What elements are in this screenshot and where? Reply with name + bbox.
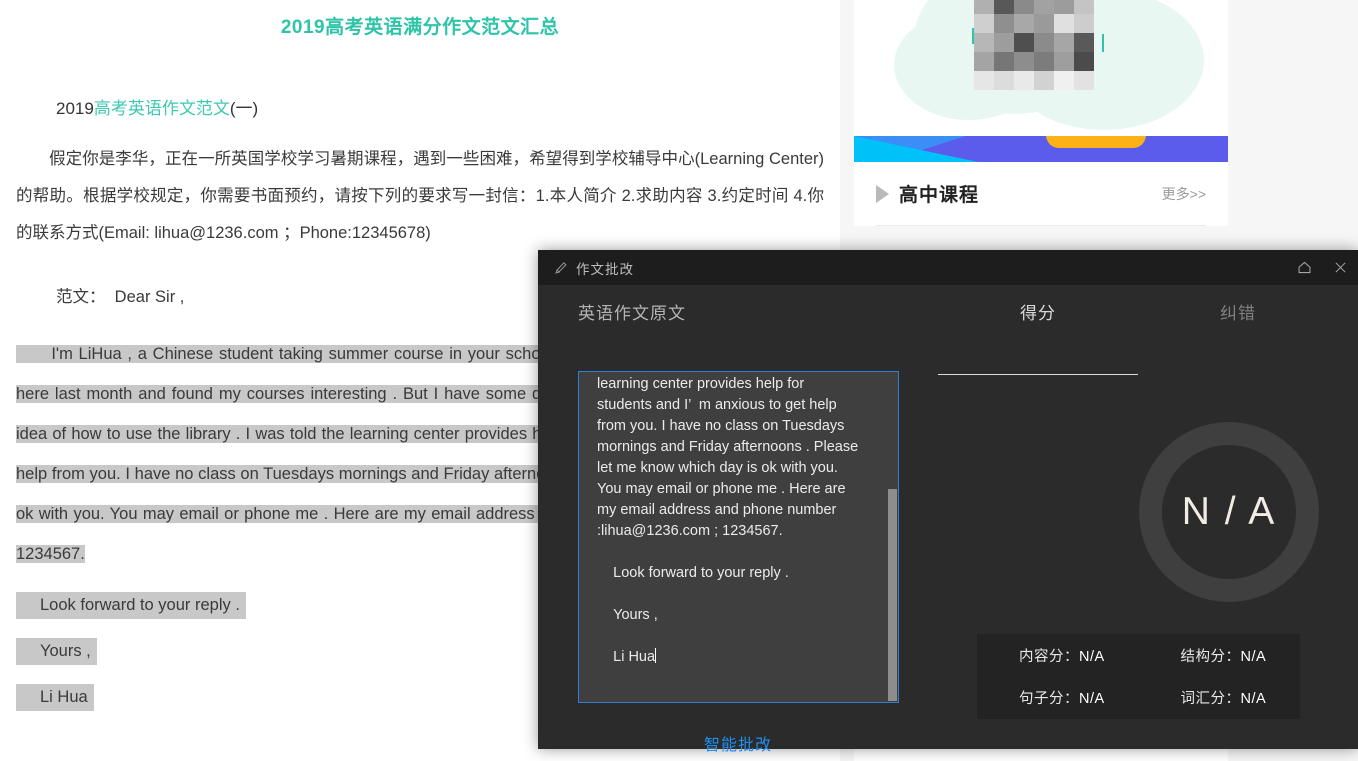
essay-text-content: how to use the library . I was told the … [597, 376, 859, 665]
dialog-titlebar: 作文批改 [538, 250, 1358, 285]
pixel-cell [974, 14, 994, 33]
pixel-cell [994, 0, 1014, 14]
essay-correction-dialog: 作文批改 英语作文原文 得分 纠错 learning center provid… [538, 250, 1358, 754]
score-value: N/A [1240, 691, 1267, 708]
pixel-cell [994, 71, 1014, 90]
pixel-cell [974, 71, 994, 90]
score-item-sentence: 句子分：N/A [977, 687, 1139, 708]
score-item-vocabulary: 词汇分：N/A [1139, 687, 1301, 708]
pixel-cell [1054, 52, 1074, 71]
pixel-cell [1014, 33, 1034, 52]
score-breakdown-panel: 内容分：N/A 结构分：N/A 句子分：N/A 词汇分：N/A [977, 634, 1300, 719]
home-icon[interactable] [1296, 260, 1312, 276]
score-item-structure: 结构分：N/A [1139, 645, 1301, 666]
pixel-cell [1014, 52, 1034, 71]
closing-text-2: Yours , [16, 638, 97, 665]
assignment-prompt: 假定你是李华，正在一所英国学校学习暑期课程，遇到一些困难，希望得到学校辅导中心(… [16, 150, 824, 242]
pixel-cell [974, 33, 994, 52]
pixel-cell [1074, 14, 1094, 33]
dialog-title: 作文批改 [576, 261, 634, 277]
tab-score[interactable]: 得分 [1020, 299, 1056, 324]
score-ring: N / A [1139, 422, 1319, 602]
promo-card[interactable] [854, 0, 1228, 172]
more-link[interactable]: 更多>> [1162, 184, 1206, 204]
tab-corrections[interactable]: 纠错 [1220, 299, 1256, 324]
course-section: 高中课程 更多>> [854, 162, 1228, 226]
play-triangle-icon [876, 184, 889, 203]
dialog-tabs: 英语作文原文 得分 纠错 [538, 285, 1358, 341]
active-tab-underline [938, 374, 1138, 375]
salutation: Dear Sir , [114, 288, 185, 306]
score-value: N/A [1079, 691, 1105, 708]
pixel-cell [994, 33, 1014, 52]
course-section-header: 高中课程 更多>> [876, 180, 1206, 207]
pixel-cell [1014, 71, 1034, 90]
score-label: 词汇分： [1180, 691, 1241, 708]
pixel-cell [1034, 0, 1054, 14]
screen-root: 2019高考英语满分作文范文汇总 2019高考英语作文范文(一) 假定你是李华，… [0, 0, 1358, 761]
pixel-cell [1034, 14, 1054, 33]
course-section-title: 高中课程 [899, 185, 980, 206]
promo-illustration [854, 0, 1228, 136]
page-title: 2019高考英语满分作文范文汇总 [280, 17, 560, 38]
divider [876, 225, 1206, 226]
pixel-cell [1034, 71, 1054, 90]
dialog-body: 英语作文原文 得分 纠错 how to use the library . I … [538, 285, 1358, 754]
close-icon[interactable] [1332, 260, 1348, 276]
pixel-cell [1054, 14, 1074, 33]
score-label: 句子分： [1019, 691, 1079, 708]
pixel-cell [1074, 0, 1094, 14]
banner-pill [1046, 136, 1146, 148]
pixel-cell [994, 52, 1014, 71]
pixel-cell [1014, 14, 1034, 33]
sub-heading-link[interactable]: 高考英语作文范文 [94, 99, 230, 118]
pixel-cell [1074, 52, 1094, 71]
score-item-content: 内容分：N/A [977, 645, 1139, 666]
pixel-cell [1014, 0, 1034, 14]
pixel-cell [994, 14, 1014, 33]
pixel-cell [1054, 71, 1074, 90]
sub-heading-year: 2019 [56, 99, 94, 118]
pixel-cell [1074, 71, 1094, 90]
article-sub-heading: 2019高考英语作文范文(一) [56, 94, 840, 119]
total-score-value: N / A [1181, 490, 1277, 533]
score-label: 结构分： [1180, 648, 1241, 665]
pixel-cell [974, 0, 994, 14]
smart-correct-button[interactable]: 智能批改 [704, 731, 772, 755]
closing-text-1: Look forward to your reply . [16, 592, 246, 619]
pixel-cell [1034, 33, 1054, 52]
score-ring-inner: N / A [1162, 445, 1296, 579]
fanwen-label: 范文： [56, 288, 106, 306]
closing-text-3: Li Hua [16, 684, 94, 711]
tab-original-essay[interactable]: 英语作文原文 [578, 299, 686, 324]
sub-heading-tail: (一) [229, 99, 259, 118]
score-value: N/A [1240, 648, 1267, 665]
score-label: 内容分： [1019, 648, 1079, 665]
pixel-cell [974, 52, 994, 71]
window-controls [1296, 250, 1348, 285]
pixel-cell [1034, 52, 1054, 71]
pixelated-image [974, 0, 1094, 90]
score-value: N/A [1079, 648, 1105, 665]
decor-line [1102, 34, 1104, 52]
essay-scrollbar-track[interactable] [887, 372, 898, 702]
text-cursor [655, 648, 657, 663]
pixel-cell [1074, 33, 1094, 52]
essay-scrollbar-thumb[interactable] [888, 489, 897, 701]
essay-input-area[interactable]: how to use the library . I was told the … [578, 371, 899, 703]
pen-icon [554, 261, 568, 275]
pixel-cell [1054, 33, 1074, 52]
pixel-cell [1054, 0, 1074, 14]
